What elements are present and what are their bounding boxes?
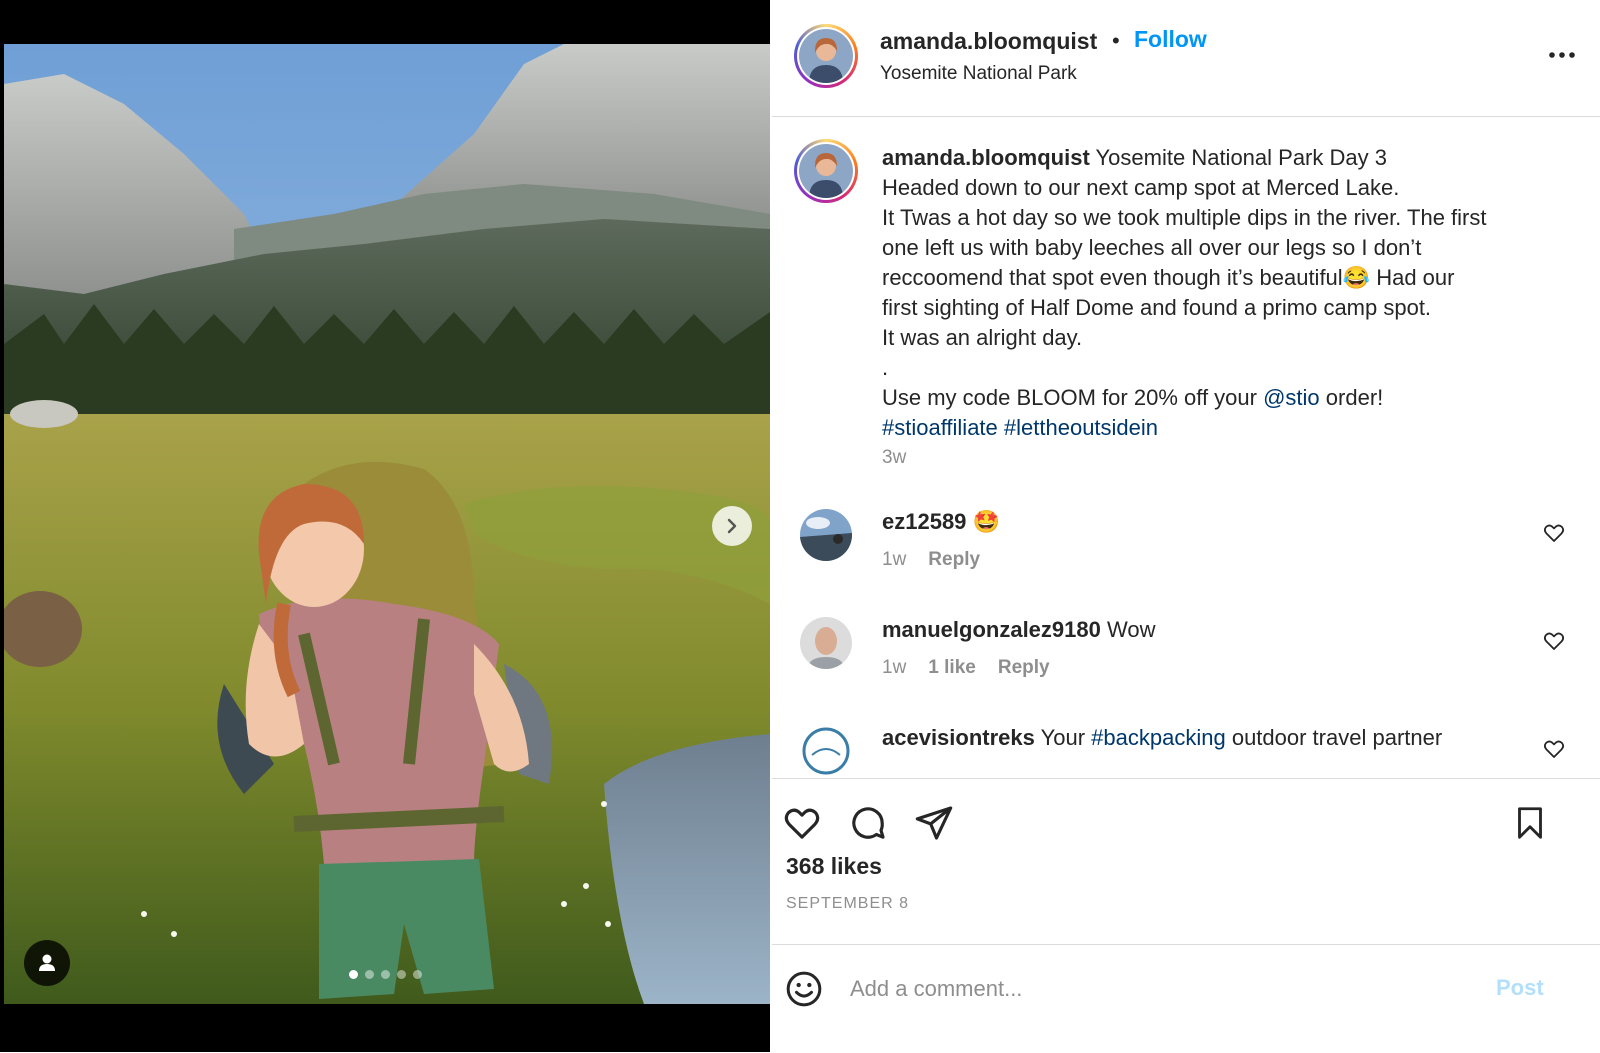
like-comment-heart-icon[interactable] (1542, 737, 1566, 761)
comment-text: acevisiontreks Your #backpacking outdoor… (882, 725, 1442, 751)
hashtag-link[interactable]: #lettheoutsidein (1004, 415, 1158, 440)
post-media (0, 0, 770, 1052)
caption-author-avatar[interactable] (794, 139, 858, 203)
separator-dot: • (1112, 28, 1120, 53)
hashtag-link[interactable]: #backpacking (1091, 725, 1226, 750)
caption-username[interactable]: amanda.bloomquist (882, 145, 1090, 170)
post-photo[interactable] (4, 44, 770, 1004)
caption-timestamp[interactable]: 3w (882, 447, 906, 469)
mention-link[interactable]: @stio (1263, 385, 1320, 410)
caption-line: reccoomend that spot even though it’s be… (882, 265, 1343, 290)
emoji-picker-icon[interactable] (784, 969, 824, 1009)
caption-line: It Twas a hot day so we took multiple di… (882, 205, 1487, 230)
commenter-username[interactable]: ez12589 (882, 509, 966, 534)
hashtag-link[interactable]: #stioaffiliate (882, 415, 998, 440)
caption-line: . (882, 355, 889, 380)
like-count[interactable]: 368 likes (786, 853, 882, 880)
carousel-dot (381, 970, 390, 979)
post-header: amanda.bloomquist • Follow Yosemite Nati… (772, 0, 1600, 117)
carousel-dot (413, 970, 422, 979)
like-button[interactable] (780, 801, 824, 845)
comment-body: Your (1040, 725, 1092, 750)
comment-meta: 1w 1 like Reply (882, 657, 1050, 679)
post-date: SEPTEMBER 8 (786, 895, 910, 912)
post-actions: 368 likes SEPTEMBER 8 (772, 778, 1600, 945)
caption-line: one left us with baby leeches all over o… (882, 235, 1422, 260)
bookmark-icon (1518, 807, 1542, 839)
post-panel: amanda.bloomquist • Follow Yosemite Nati… (772, 0, 1600, 1052)
caption-line: first sighting of Half Dome and found a … (882, 295, 1432, 320)
follow-button[interactable]: Follow (1134, 26, 1207, 53)
commenter-avatar[interactable] (800, 617, 852, 669)
chevron-right-icon (727, 518, 737, 534)
post-comment-button[interactable]: Post (1496, 975, 1544, 1001)
comment-text: ez12589 🤩 (882, 509, 1000, 535)
like-comment-heart-icon[interactable] (1542, 521, 1566, 545)
comment-body: 🤩 (972, 509, 1000, 534)
caption-line: Yosemite National Park Day 3 (1095, 145, 1387, 170)
reply-button[interactable]: Reply (928, 549, 980, 571)
commenter-username[interactable]: acevisiontreks (882, 725, 1035, 750)
comment-meta: 1w Reply (882, 549, 980, 571)
caption-line: order! (1319, 385, 1384, 410)
user-icon (39, 954, 55, 971)
caption-line: Headed down to our next camp spot at Mer… (882, 175, 1400, 200)
paper-plane-icon (915, 806, 953, 840)
heart-icon (784, 808, 820, 839)
comment-likes[interactable]: 1 like (928, 657, 976, 679)
comment-item: acevisiontreks Your #backpacking outdoor… (772, 725, 1600, 777)
commenter-avatar[interactable] (800, 509, 852, 561)
carousel-dot (397, 970, 406, 979)
more-horizontal-icon (1549, 52, 1575, 58)
comment-button[interactable] (846, 801, 890, 845)
carousel-dot (349, 970, 358, 979)
author-avatar[interactable] (794, 24, 858, 88)
comment-composer: Post (772, 944, 1600, 1053)
comment-item: manuelgonzalez9180 Wow 1w 1 like Reply (772, 617, 1600, 707)
comment-item: ez12589 🤩 1w Reply (772, 509, 1600, 599)
comment-body: Wow (1107, 617, 1156, 642)
comment-text: manuelgonzalez9180 Wow (882, 617, 1156, 643)
share-button[interactable] (912, 801, 956, 845)
reply-button[interactable]: Reply (998, 657, 1050, 679)
tagged-users-button[interactable] (24, 940, 70, 986)
laughing-emoji: 😂 (1342, 265, 1371, 290)
commenter-username[interactable]: manuelgonzalez9180 (882, 617, 1101, 642)
comment-time[interactable]: 1w (882, 657, 906, 679)
carousel-indicator (349, 970, 422, 979)
comment-body: outdoor travel partner (1225, 725, 1443, 750)
save-button[interactable] (1508, 801, 1552, 845)
caption-line: It was an alright day. (882, 325, 1083, 350)
caption-line: Use my code BLOOM for 20% off your (882, 385, 1264, 410)
carousel-next-button[interactable] (712, 506, 752, 546)
comments-section[interactable]: amanda.bloomquist Yosemite National Park… (772, 117, 1600, 777)
caption-line: Had our (1370, 265, 1455, 290)
author-username[interactable]: amanda.bloomquist (880, 28, 1097, 55)
post-location[interactable]: Yosemite National Park (880, 63, 1077, 85)
more-options-button[interactable] (1542, 40, 1582, 70)
comment-bubble-icon (852, 807, 885, 839)
comment-input[interactable] (848, 965, 1472, 1013)
commenter-avatar[interactable] (800, 725, 852, 777)
post-caption: amanda.bloomquist Yosemite National Park… (882, 143, 1562, 443)
comment-time[interactable]: 1w (882, 549, 906, 571)
like-comment-heart-icon[interactable] (1542, 629, 1566, 653)
carousel-dot (365, 970, 374, 979)
